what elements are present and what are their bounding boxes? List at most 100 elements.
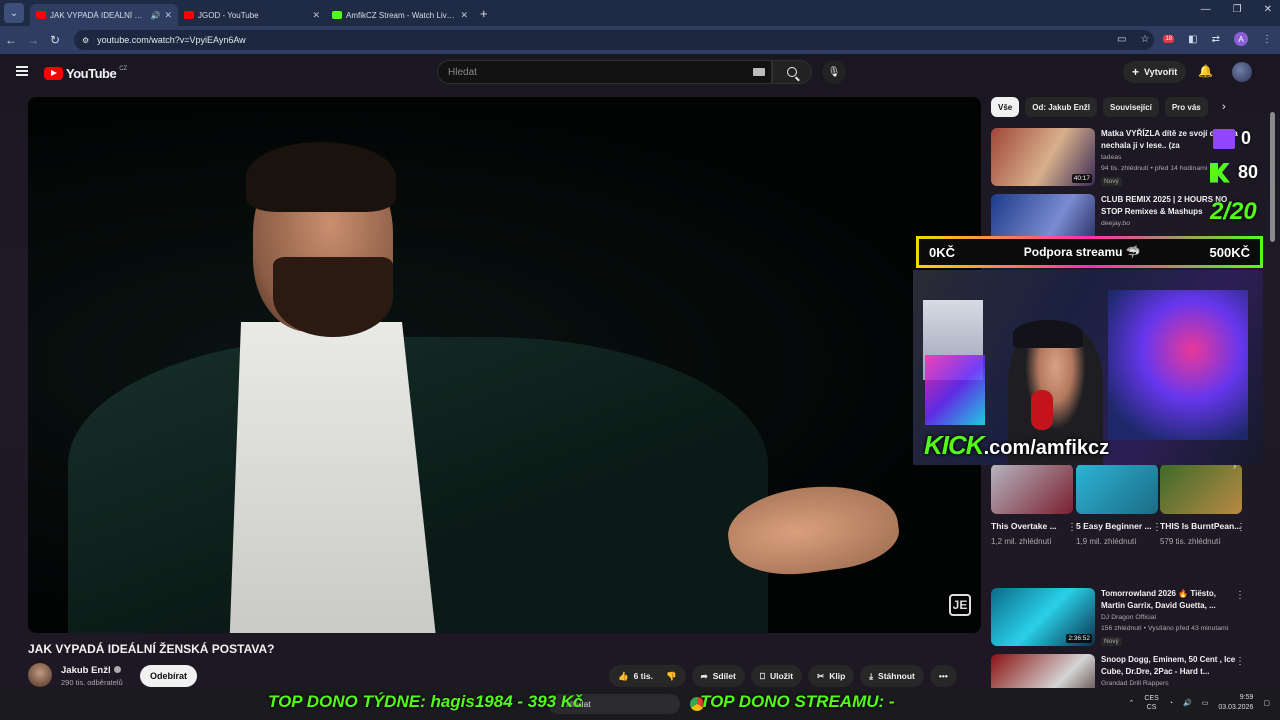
browser-menu-icon[interactable]: ⋮ — [1262, 34, 1272, 45]
voice-search-button[interactable]: 🎙 — [822, 60, 846, 84]
url-field[interactable]: ⚙ youtube.com/watch?v=VpyiEAyn6Aw — [74, 30, 1154, 50]
cast-icon[interactable]: ▭ — [1117, 34, 1126, 45]
recommendation-title[interactable]: Snoop Dogg, Eminem, 50 Cent , Ice Cube, … — [1101, 654, 1239, 678]
video-frame-hair — [246, 142, 396, 212]
subscribe-button[interactable]: Odebírat — [140, 665, 198, 687]
extension-badge[interactable]: 18 — [1163, 35, 1175, 43]
logo-country: CZ — [119, 65, 128, 72]
channel-avatar[interactable] — [28, 663, 52, 687]
new-tab-icon[interactable]: + — [480, 6, 488, 21]
dislike-icon[interactable]: 👎 — [666, 671, 677, 682]
short-thumbnail[interactable] — [991, 464, 1073, 514]
short-item[interactable]: This Overtake ... 1,2 mil. zhlédnutí ⋮ — [991, 464, 1077, 548]
short-thumbnail[interactable] — [1076, 464, 1158, 514]
plus-icon: + — [1132, 65, 1140, 79]
tab-search-button[interactable]: ⌄ — [4, 3, 24, 23]
video-actions: 👍 6 tis. 👎 ➦ Sdílet ⎕ Uložit ✂ Klip ⤓ Stáhnout… — [609, 665, 957, 687]
download-button[interactable]: ⤓ Stáhnout — [860, 665, 924, 687]
search-button[interactable] — [772, 60, 812, 84]
channel-watermark-icon[interactable]: JE — [949, 594, 971, 616]
bookmark-star-icon[interactable]: ☆ — [1141, 34, 1150, 45]
recommendation-meta: 94 tis. zhlédnutí • před 14 hodinami — [1101, 165, 1208, 172]
browser-tab[interactable]: JGOD - YouTube ✕ — [178, 4, 326, 26]
clock[interactable]: 9:59 03.03.2026 — [1218, 693, 1253, 713]
chip-for-you[interactable]: Pro vás — [1164, 97, 1208, 117]
browser-tab-strip: ⌄ JAK VYPADÁ IDEÁLNÍ ŽENS 🔊 ✕ JGOD - You… — [0, 0, 1280, 26]
youtube-header: YouTube CZ Hledat 🎙 + Vytvořit 🔔 — [0, 54, 1280, 92]
close-tab-icon[interactable]: ✕ — [312, 10, 320, 21]
short-title[interactable]: THIS Is BurntPean... — [1160, 520, 1242, 533]
chevron-right-icon[interactable]: › — [1222, 101, 1226, 113]
extensions-puzzle-icon[interactable]: ◧ — [1188, 34, 1197, 45]
short-title[interactable]: 5 Easy Beginner ... — [1076, 520, 1158, 533]
top-dono-week: TOP DONO TÝDNE: hagis1984 - 393 Kč — [268, 692, 583, 711]
page-scrollbar[interactable] — [1270, 112, 1275, 242]
short-views: 1,2 mil. zhlédnutí — [991, 537, 1052, 546]
share-button[interactable]: ➦ Sdílet — [691, 665, 745, 687]
chip-all[interactable]: Vše — [991, 97, 1020, 117]
short-item[interactable]: THIS Is BurntPean... 579 tis. zhlédnutí … — [1160, 464, 1246, 548]
tab-title: JGOD - YouTube — [198, 10, 259, 20]
save-button[interactable]: ⎕ Uložit — [750, 665, 803, 687]
channel-name[interactable]: Jakub Enžl — [61, 665, 121, 676]
more-options-icon[interactable]: ⋮ — [1235, 656, 1245, 667]
search-input[interactable]: Hledat — [437, 60, 772, 84]
create-button[interactable]: + Vytvořit — [1123, 61, 1187, 83]
speaker-icon[interactable]: 🔊 — [150, 11, 160, 20]
translate-icon[interactable]: ⇄ — [1212, 34, 1220, 45]
browser-tab-active[interactable]: JAK VYPADÁ IDEÁLNÍ ŽENS 🔊 ✕ — [30, 4, 178, 26]
keyboard-icon[interactable] — [753, 68, 765, 76]
restore-icon[interactable]: ❐ — [1233, 4, 1242, 15]
twitch-icon — [1213, 128, 1235, 149]
search-icon — [787, 67, 797, 77]
chip-from-channel[interactable]: Od: Jakub Enžl — [1025, 97, 1098, 117]
reload-icon[interactable]: ↻ — [44, 33, 66, 47]
recommendation-channel[interactable]: deejay.bo — [1101, 220, 1130, 227]
close-window-icon[interactable]: ✕ — [1264, 4, 1272, 15]
notifications-icon[interactable]: ▢ — [1263, 699, 1270, 707]
short-item[interactable]: 5 Easy Beginner ... 1,9 mil. zhlédnutí ⋮ — [1076, 464, 1162, 548]
user-avatar[interactable] — [1232, 62, 1252, 82]
donation-label-text: Podpora streamu — [1023, 245, 1123, 259]
video-frame-beard — [273, 257, 393, 337]
battery-icon[interactable]: ▭ — [1202, 699, 1209, 707]
youtube-logo[interactable]: YouTube CZ — [44, 66, 127, 81]
recommendation-item[interactable]: 2:36:52 Tomorrowland 2026 🔥 Tiësto, Mart… — [991, 588, 1261, 648]
short-thumbnail[interactable] — [1160, 464, 1242, 514]
recommendation-channel[interactable]: DJ Dragon Official — [1101, 614, 1156, 621]
site-info-icon[interactable]: ⚙ — [82, 36, 89, 45]
clip-button[interactable]: ✂ Klip — [808, 665, 855, 687]
close-tab-icon[interactable]: ✕ — [164, 10, 172, 21]
recommendation-channel[interactable]: tadeas — [1101, 154, 1121, 161]
browser-tab[interactable]: AmfikCZ Stream - Watch Live o ✕ — [326, 4, 474, 26]
donation-goal-bar: 0KČ Podpora streamu 🦈 500KČ — [916, 236, 1263, 268]
channel-name-text[interactable]: Jakub Enžl — [61, 665, 111, 676]
chip-related[interactable]: Související — [1103, 97, 1159, 117]
more-options-icon[interactable]: ⋮ — [1236, 522, 1246, 533]
minimize-icon[interactable]: — — [1201, 4, 1211, 15]
notifications-bell-icon[interactable]: 🔔 — [1198, 64, 1213, 78]
recommendation-title[interactable]: Tomorrowland 2026 🔥 Tiësto, Martin Garri… — [1101, 588, 1239, 612]
like-button[interactable]: 👍 6 tis. 👎 — [609, 665, 686, 687]
video-title: JAK VYPADÁ IDEÁLNÍ ŽENSKÁ POSTAVA? — [28, 642, 275, 656]
recommendation-channel[interactable]: Grandad Drill Rappers — [1101, 680, 1169, 687]
short-title[interactable]: This Overtake ... — [991, 520, 1073, 533]
donation-goal: 500KČ — [1209, 244, 1250, 260]
new-badge: Nový — [1101, 637, 1122, 646]
volume-icon[interactable]: 🔊 — [1183, 699, 1192, 707]
back-icon[interactable]: ← — [0, 33, 22, 47]
video-player[interactable]: JE — [28, 97, 981, 633]
wifi-icon[interactable]: ◔ — [1169, 700, 1173, 707]
more-actions-button[interactable]: ••• — [929, 665, 957, 687]
profile-avatar[interactable]: A — [1234, 32, 1248, 46]
chevron-up-icon[interactable]: ⌃ — [1128, 699, 1134, 707]
video-thumbnail[interactable]: 40:17 — [991, 128, 1095, 186]
close-tab-icon[interactable]: ✕ — [460, 10, 468, 21]
menu-hamburger-icon[interactable] — [16, 66, 28, 76]
twitch-viewer-counter: 0 — [1213, 128, 1251, 149]
forward-icon[interactable]: → — [22, 33, 44, 47]
webcam-microphone — [1031, 390, 1053, 430]
language-indicator[interactable]: CES CS — [1144, 694, 1158, 712]
video-thumbnail[interactable]: 2:36:52 — [991, 588, 1095, 646]
more-options-icon[interactable]: ⋮ — [1235, 590, 1245, 601]
